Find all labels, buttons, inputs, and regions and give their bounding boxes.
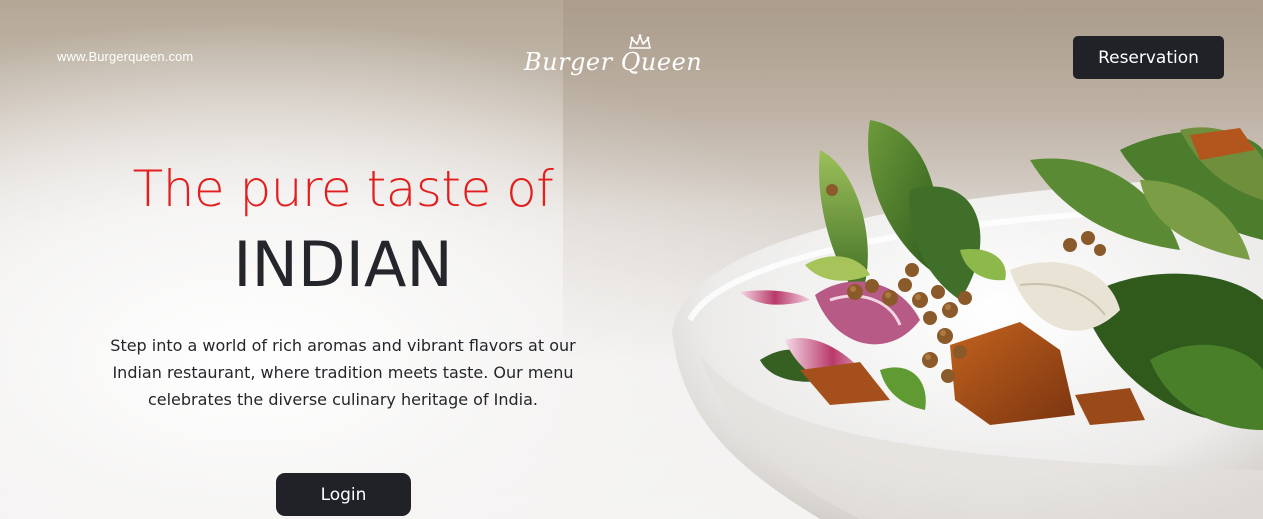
hero-section: The pure taste of INDIAN Step into a wor… bbox=[80, 150, 606, 413]
reservation-button[interactable]: Reservation bbox=[1073, 36, 1224, 79]
site-url: www.Burgerqueen.com bbox=[57, 49, 194, 64]
hero-subtitle: INDIAN bbox=[233, 228, 453, 301]
brand-logo[interactable]: Burger Queen bbox=[524, 34, 714, 80]
login-button[interactable]: Login bbox=[276, 473, 411, 516]
hero-description: Step into a world of rich aromas and vib… bbox=[110, 336, 576, 409]
logo-text: Burger Queen bbox=[524, 48, 703, 76]
hero-title: The pure taste of bbox=[132, 160, 554, 218]
crown-icon bbox=[629, 34, 651, 49]
